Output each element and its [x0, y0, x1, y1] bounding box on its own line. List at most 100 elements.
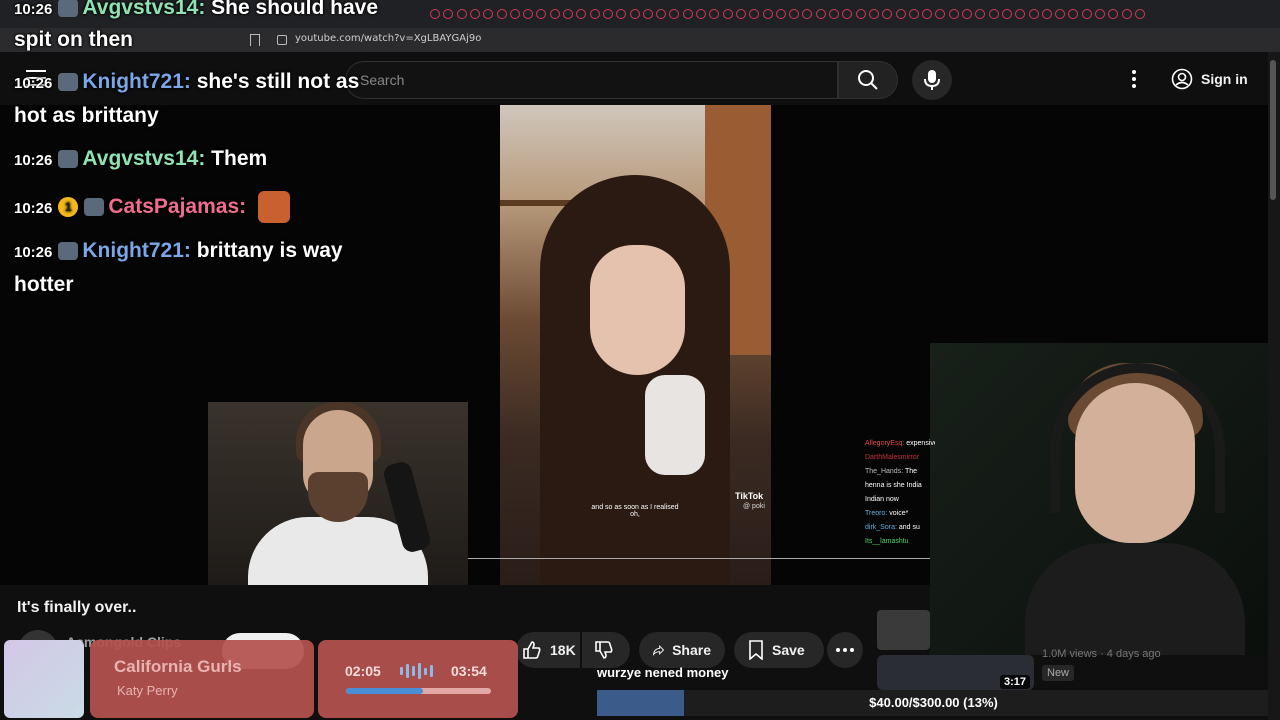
recommendation-thumbnail[interactable]	[877, 610, 930, 650]
browser-tab[interactable]	[1095, 9, 1105, 19]
search-input[interactable]: Search	[345, 61, 838, 99]
user-badge-icon	[58, 73, 79, 92]
browser-tab[interactable]	[443, 9, 454, 19]
browser-tab[interactable]	[523, 9, 534, 19]
chat-message: hotter	[14, 273, 74, 296]
mini-chat-username: The_Hands:	[865, 468, 905, 475]
browser-tab[interactable]	[1041, 9, 1052, 19]
site-info-icon[interactable]	[277, 35, 287, 45]
browser-tab[interactable]	[430, 9, 440, 19]
more-actions-button[interactable]	[827, 632, 863, 668]
caption-line-1: and so as soon as I realised	[591, 504, 679, 511]
scrollbar-thumb[interactable]	[1270, 60, 1276, 200]
browser-tab[interactable]	[576, 9, 587, 19]
browser-tab[interactable]	[802, 9, 813, 19]
browser-tab[interactable]	[762, 9, 773, 19]
chat-username: Knight721:	[82, 70, 197, 93]
chat-username: Avgvstvs14:	[82, 0, 212, 19]
browser-tab[interactable]	[563, 9, 573, 19]
browser-tab[interactable]	[589, 9, 600, 19]
browser-tab[interactable]	[855, 9, 866, 19]
browser-tab[interactable]	[735, 9, 746, 19]
save-button[interactable]: Save	[734, 632, 824, 668]
like-button[interactable]: 18K	[516, 632, 580, 668]
url-text[interactable]: youtube.com/watch?v=XgLBAYGAj9o	[295, 33, 481, 44]
chat-username: Knight721:	[82, 239, 197, 262]
browser-tab[interactable]	[815, 9, 826, 19]
browser-tab[interactable]	[483, 9, 494, 19]
dislike-button[interactable]	[582, 632, 630, 668]
user-badge-icon	[58, 0, 79, 18]
browser-tab[interactable]	[549, 9, 560, 19]
browser-tab[interactable]	[496, 9, 507, 19]
browser-tab[interactable]	[656, 9, 667, 19]
browser-tab[interactable]	[922, 9, 933, 19]
browser-tab[interactable]	[908, 9, 919, 19]
browser-tab[interactable]	[509, 9, 520, 19]
bookmark-save-icon	[749, 640, 763, 660]
browser-tab[interactable]	[868, 9, 879, 19]
browser-tab[interactable]	[882, 9, 893, 19]
share-button[interactable]: Share	[639, 632, 725, 668]
mini-chat-line: Treoro: voice*	[865, 507, 935, 521]
share-label: Share	[672, 642, 711, 658]
browser-tab[interactable]	[775, 9, 786, 19]
browser-tab[interactable]	[456, 9, 467, 19]
voice-search-button[interactable]	[912, 60, 952, 100]
browser-tab[interactable]	[1108, 9, 1119, 19]
thumbs-up-icon	[523, 641, 541, 659]
mini-chat-line: dirk_Sora: and su	[865, 521, 935, 535]
browser-tab[interactable]	[1068, 9, 1079, 19]
browser-tab[interactable]	[895, 9, 906, 19]
mini-chat-message: and su	[898, 524, 920, 531]
user-badge-icon	[58, 242, 79, 261]
mini-chat-username: dirk_Sora:	[865, 524, 899, 531]
song-progress-bar	[346, 688, 491, 694]
browser-tab[interactable]	[602, 9, 613, 19]
browser-address-bar[interactable]	[0, 28, 1280, 52]
browser-tab[interactable]	[1055, 9, 1066, 19]
player-progress-line[interactable]	[468, 558, 930, 559]
browser-tab[interactable]	[682, 9, 693, 19]
more-icon	[836, 648, 840, 652]
emote-icon	[257, 191, 290, 224]
browser-tab[interactable]	[1028, 9, 1039, 19]
browser-tab[interactable]	[536, 9, 547, 19]
donation-goal-text: $40.00/$300.00 (13%)	[869, 695, 998, 710]
equalizer-icon	[400, 663, 433, 679]
browser-tab[interactable]	[1134, 9, 1145, 19]
mini-chat-username: Treoro:	[865, 510, 890, 517]
browser-tab[interactable]	[642, 9, 653, 19]
browser-tab[interactable]	[1121, 9, 1132, 19]
browser-tab[interactable]	[1001, 9, 1012, 19]
browser-tab[interactable]	[948, 9, 959, 19]
account-icon	[1171, 68, 1193, 90]
bookmark-icon[interactable]	[250, 34, 260, 46]
browser-tab[interactable]	[789, 9, 800, 19]
streamer-webcam-left	[208, 402, 468, 585]
browser-tab[interactable]	[962, 9, 972, 19]
sign-in-button[interactable]: Sign in	[1161, 63, 1255, 95]
browser-tab[interactable]	[709, 9, 720, 19]
browser-tab[interactable]	[975, 9, 986, 19]
browser-tab[interactable]	[669, 9, 680, 19]
browser-tab[interactable]	[616, 9, 627, 19]
chat-line: 10:26 Avgvstvs14: Them	[14, 142, 267, 178]
search-button[interactable]	[838, 61, 898, 99]
tiktok-caption: and so as soon as I realised oh,	[580, 504, 690, 518]
browser-tab[interactable]	[1015, 9, 1026, 19]
mini-chat-message: The	[904, 468, 918, 475]
browser-tab[interactable]	[749, 9, 760, 19]
settings-kebab-icon[interactable]	[1124, 66, 1144, 92]
browser-tab[interactable]	[829, 9, 839, 19]
browser-tab[interactable]	[1081, 9, 1092, 19]
browser-tab[interactable]	[696, 9, 706, 19]
browser-tab[interactable]	[935, 9, 946, 19]
browser-tab[interactable]	[722, 9, 733, 19]
mini-chat-line: henna is she India	[865, 479, 935, 493]
browser-tab[interactable]	[629, 9, 640, 19]
browser-tab[interactable]	[469, 9, 480, 19]
donation-name: wurzye nened money	[597, 665, 729, 680]
browser-tab[interactable]	[842, 9, 853, 19]
browser-tab[interactable]	[988, 9, 999, 19]
